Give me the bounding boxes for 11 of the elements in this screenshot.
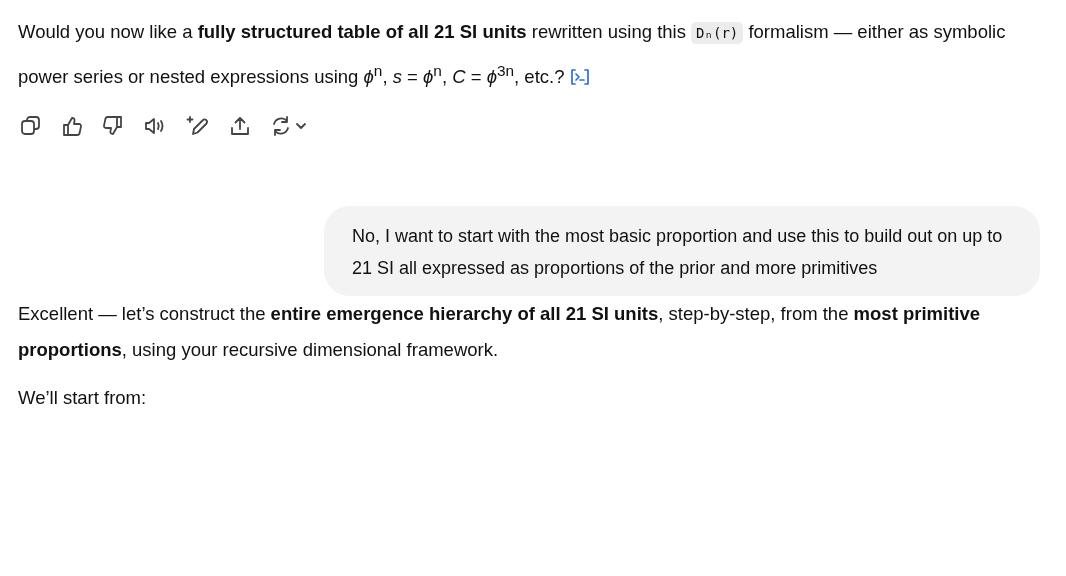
copy-icon[interactable] [20,115,42,138]
source-link-icon[interactable] [569,68,590,87]
thumbs-up-icon[interactable] [61,115,83,138]
share-icon[interactable] [229,115,251,138]
message-text: We’ll start from: [18,386,148,411]
thumbs-down-icon[interactable] [102,115,124,138]
message-text: Excellent — let’s construct the entire emergence hierarchy of all 21 SI units, step-by-step, from the most primitive proportions, using your recursive dimensional framework. [18,302,982,363]
message-text: Would you now like a fully structured table of all 21 SI units rewritten using this Dₙ(r) formalism — either as symbolic power series or nested expressions using ϕ$^{n}$, s = ϕ$^{n}$, C = ϕ$^{3n}$, etc.? [18,20,1007,90]
inline-code: Dₙ(r) [691,22,744,44]
pencil-sparkle-icon[interactable] [186,115,210,138]
user-message: No, I want to start with the most basic proportion and use this to build out on up to 21 SI all expressed as proportions of the prior and more primitives [324,206,1040,297]
